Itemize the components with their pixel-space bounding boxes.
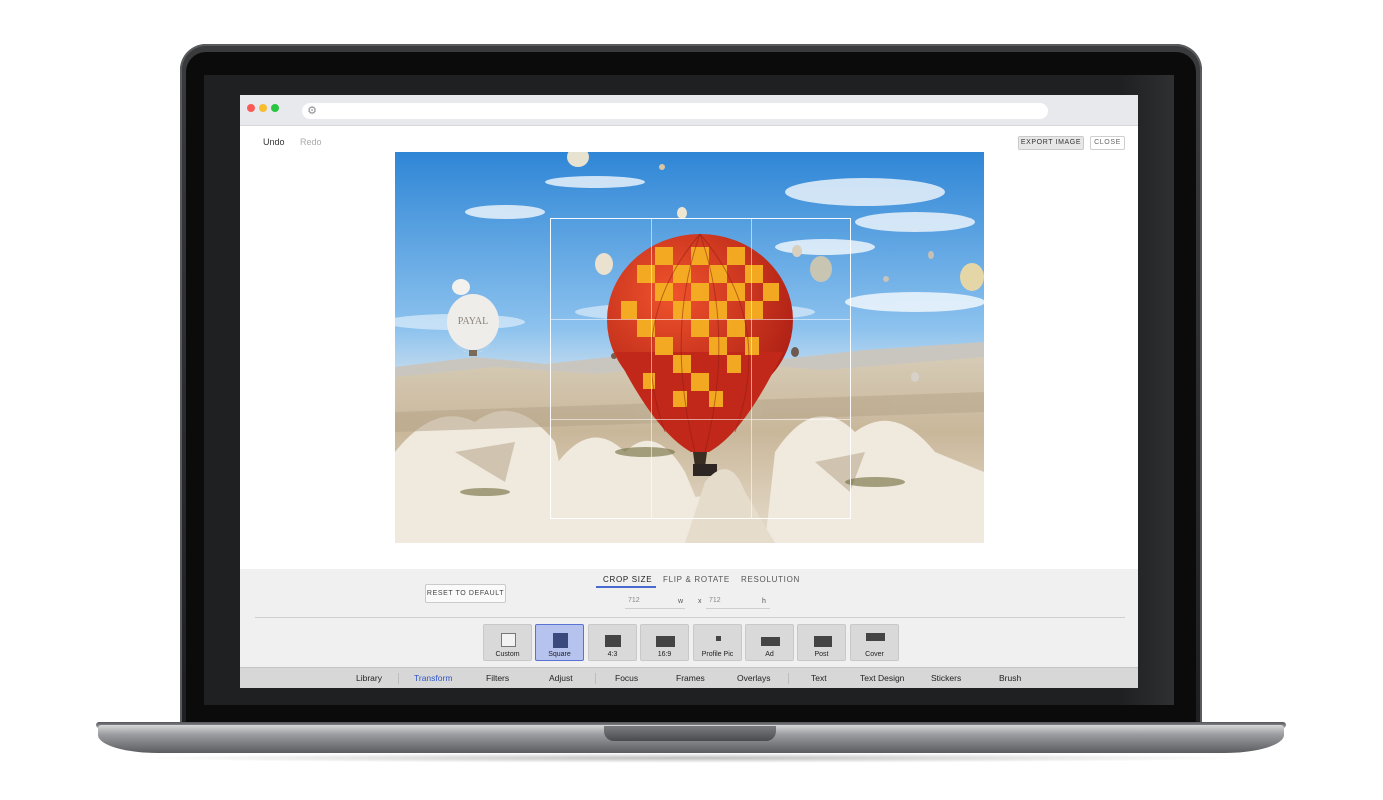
close-window-dot[interactable] xyxy=(247,104,255,112)
width-suffix: w xyxy=(678,598,684,605)
nav-filters[interactable]: Filters xyxy=(486,673,509,683)
ratio-4-3-icon xyxy=(605,635,621,647)
preset-label: Custom xyxy=(495,651,520,658)
tab-crop-size[interactable]: CROP SIZE xyxy=(603,575,652,584)
preset-label: Post xyxy=(814,651,829,658)
crop-grid-line xyxy=(551,319,850,320)
ad-format-icon xyxy=(761,637,780,646)
width-input[interactable]: 712 xyxy=(625,595,685,609)
nav-separator xyxy=(398,673,399,684)
close-button[interactable]: CLOSE xyxy=(1090,136,1125,150)
nav-brush[interactable]: Brush xyxy=(999,673,1021,683)
cover-format-icon xyxy=(866,633,885,641)
tab-resolution[interactable]: RESOLUTION xyxy=(741,575,800,584)
post-format-icon xyxy=(814,636,832,647)
nav-text-design[interactable]: Text Design xyxy=(860,673,904,683)
nav-focus[interactable]: Focus xyxy=(615,673,638,683)
preset-profile-pic[interactable]: Profile Pic xyxy=(693,624,742,661)
editor-nav-bar: Library Transform Filters Adjust Focus F… xyxy=(240,667,1138,688)
export-image-button[interactable]: EXPORT IMAGE xyxy=(1018,136,1084,150)
nav-transform[interactable]: Transform xyxy=(414,673,452,683)
profile-pic-icon xyxy=(716,636,721,641)
balloon-lettering: PAYAL xyxy=(458,316,488,327)
preset-label: Square xyxy=(548,651,571,658)
reset-to-default-button[interactable]: RESET TO DEFAULT xyxy=(425,584,506,603)
preset-label: Ad xyxy=(765,651,774,658)
app-window: ⚙ Undo Redo EXPORT IMAGE CLOSE PAYAL RES… xyxy=(240,95,1138,688)
crop-grid-line xyxy=(751,219,752,518)
transform-panel: RESET TO DEFAULT CROP SIZE FLIP & ROTATE… xyxy=(240,569,1138,667)
laptop-notch xyxy=(604,726,776,741)
preset-4-3[interactable]: 4:3 xyxy=(588,624,637,661)
ratio-16-9-icon xyxy=(656,636,675,647)
nav-adjust[interactable]: Adjust xyxy=(549,673,573,683)
panel-divider xyxy=(255,617,1125,618)
nav-stickers[interactable]: Stickers xyxy=(931,673,961,683)
preset-cover[interactable]: Cover xyxy=(850,624,899,661)
photo-canvas[interactable]: PAYAL xyxy=(395,152,984,543)
preset-custom[interactable]: Custom xyxy=(483,624,532,661)
preset-label: Profile Pic xyxy=(701,651,734,658)
preset-square[interactable]: Square xyxy=(535,624,584,661)
preset-label: 16:9 xyxy=(657,651,672,658)
crop-grid-line xyxy=(651,219,652,518)
tab-flip-rotate[interactable]: FLIP & ROTATE xyxy=(663,575,730,584)
maximize-window-dot[interactable] xyxy=(271,104,279,112)
nav-library[interactable]: Library xyxy=(356,673,382,683)
nav-overlays[interactable]: Overlays xyxy=(737,673,771,683)
preset-label: Cover xyxy=(865,651,884,658)
dimension-separator: x xyxy=(698,598,702,605)
nav-frames[interactable]: Frames xyxy=(676,673,705,683)
nav-text[interactable]: Text xyxy=(811,673,827,683)
laptop-shadow xyxy=(130,753,1250,763)
nav-separator xyxy=(595,673,596,684)
preset-post[interactable]: Post xyxy=(797,624,846,661)
preset-label: 4:3 xyxy=(607,651,618,658)
browser-titlebar: ⚙ xyxy=(240,95,1138,126)
active-tab-indicator xyxy=(596,586,656,588)
crop-frame[interactable] xyxy=(550,218,851,519)
custom-crop-icon xyxy=(501,633,516,647)
undo-button[interactable]: Undo xyxy=(263,137,285,147)
height-suffix: h xyxy=(762,598,766,605)
redo-button[interactable]: Redo xyxy=(300,137,322,147)
minimize-window-dot[interactable] xyxy=(259,104,267,112)
settings-icon: ⚙ xyxy=(307,105,317,117)
address-bar[interactable]: ⚙ xyxy=(302,103,1048,119)
preset-ad[interactable]: Ad xyxy=(745,624,794,661)
square-crop-icon xyxy=(553,633,568,648)
preset-16-9[interactable]: 16:9 xyxy=(640,624,689,661)
height-input[interactable]: 712 xyxy=(706,595,770,609)
crop-grid-line xyxy=(551,419,850,420)
nav-separator xyxy=(788,673,789,684)
